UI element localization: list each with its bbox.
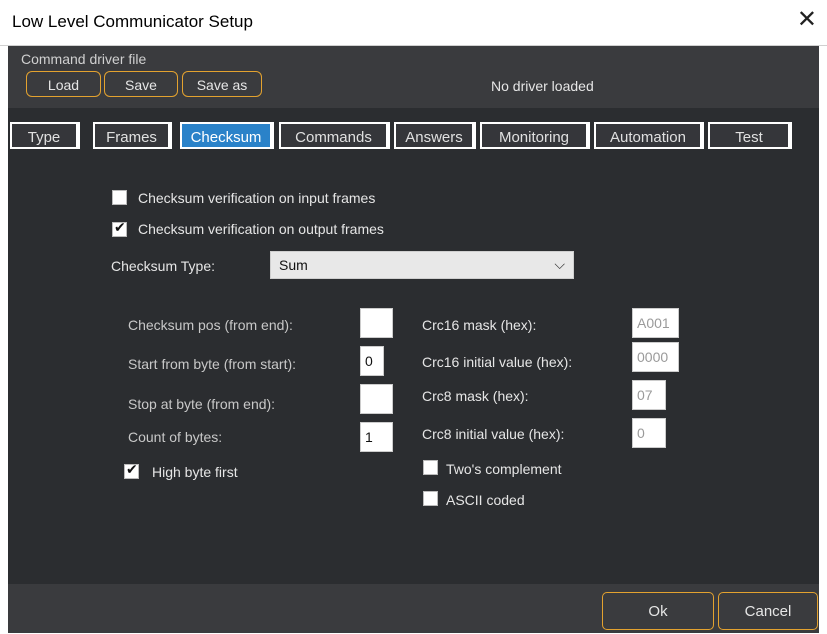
- crc16-mask-input[interactable]: A001: [632, 308, 679, 338]
- verify-input-checkbox[interactable]: [112, 190, 127, 205]
- tab-answers[interactable]: Answers: [394, 122, 476, 149]
- chevron-down-icon: ⌵: [554, 256, 565, 272]
- checksum-type-select[interactable]: Sum ⌵: [270, 251, 574, 279]
- twos-complement-label: Two's complement: [446, 461, 562, 477]
- checksum-pos-label: Checksum pos (from end):: [128, 317, 293, 333]
- save-button[interactable]: Save: [104, 71, 178, 97]
- crc8-mask-label: Crc8 mask (hex):: [422, 388, 529, 404]
- load-button[interactable]: Load: [26, 71, 101, 97]
- crc16-init-input[interactable]: 0000: [632, 342, 679, 372]
- dialog-body: Command driver file Load Save Save as No…: [8, 46, 819, 633]
- count-bytes-label: Count of bytes:: [128, 429, 223, 445]
- stop-byte-label: Stop at byte (from end):: [128, 396, 276, 412]
- stop-byte-input[interactable]: [360, 384, 393, 414]
- checksum-type-value: Sum: [279, 257, 308, 273]
- checksum-type-label: Checksum Type:: [111, 258, 216, 274]
- tab-test[interactable]: Test: [708, 122, 792, 149]
- crc16-mask-label: Crc16 mask (hex):: [422, 317, 537, 333]
- save-as-button[interactable]: Save as: [182, 71, 262, 97]
- footer-bar: Ok Cancel: [8, 584, 819, 633]
- high-byte-first-label: High byte first: [152, 464, 238, 480]
- verify-output-checkbox[interactable]: [112, 220, 127, 237]
- driver-status: No driver loaded: [491, 78, 594, 94]
- cancel-button[interactable]: Cancel: [718, 592, 818, 630]
- verify-output-label: Checksum verification on output frames: [138, 221, 384, 237]
- crc16-init-label: Crc16 initial value (hex):: [422, 354, 573, 370]
- crc8-init-input[interactable]: 0: [632, 418, 666, 448]
- ascii-coded-label: ASCII coded: [446, 492, 525, 508]
- start-byte-label: Start from byte (from start):: [128, 356, 297, 372]
- tab-strip: Type Frames Checksum Commands Answers Mo…: [8, 118, 819, 152]
- count-bytes-input[interactable]: 1: [360, 422, 393, 452]
- checksum-pos-input[interactable]: [360, 308, 393, 338]
- crc8-mask-input[interactable]: 07: [632, 380, 666, 410]
- tab-commands[interactable]: Commands: [279, 122, 390, 149]
- tab-monitoring[interactable]: Monitoring: [480, 122, 590, 149]
- crc8-init-label: Crc8 initial value (hex):: [422, 426, 565, 442]
- tab-automation[interactable]: Automation: [594, 122, 704, 149]
- ascii-coded-checkbox[interactable]: [423, 491, 438, 506]
- ok-button[interactable]: Ok: [602, 592, 714, 630]
- driver-toolbar: Command driver file Load Save Save as No…: [8, 46, 819, 108]
- twos-complement-checkbox[interactable]: [423, 460, 438, 475]
- title-bar: Low Level Communicator Setup ✕: [0, 0, 827, 46]
- high-byte-first-checkbox[interactable]: [124, 462, 139, 479]
- command-driver-label: Command driver file: [21, 51, 147, 67]
- close-icon[interactable]: ✕: [797, 8, 817, 32]
- window-title: Low Level Communicator Setup: [12, 12, 253, 31]
- start-byte-input[interactable]: 0: [360, 346, 384, 376]
- tab-frames[interactable]: Frames: [93, 122, 172, 149]
- tab-type[interactable]: Type: [10, 122, 80, 149]
- verify-input-label: Checksum verification on input frames: [138, 190, 376, 206]
- tab-checksum[interactable]: Checksum: [180, 122, 274, 149]
